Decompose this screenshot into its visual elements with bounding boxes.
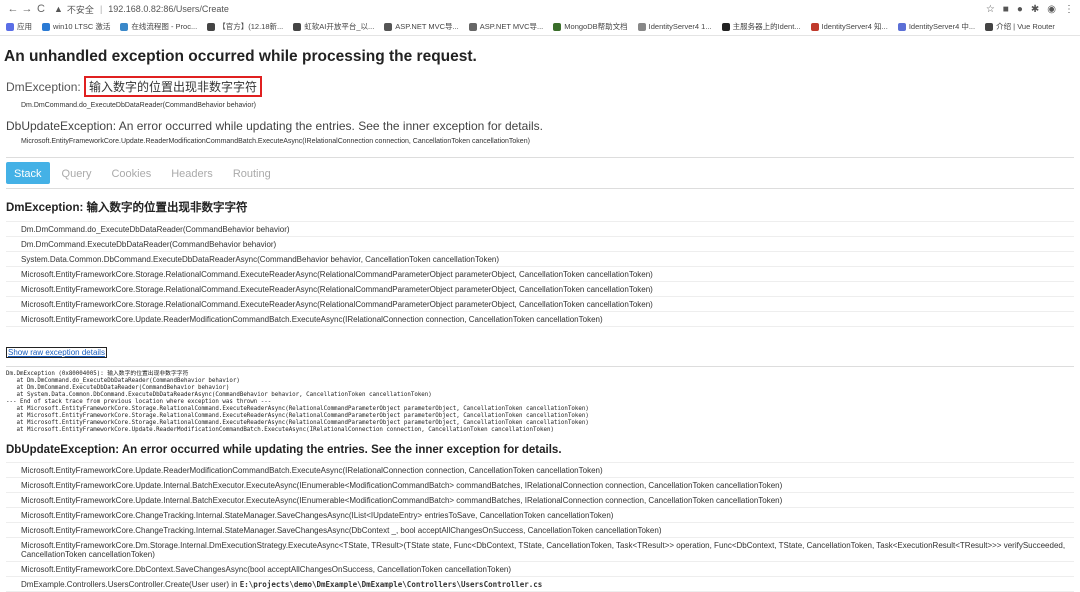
browser-actions: ☆ ■ ● ✱ ◉ ⋮: [986, 4, 1074, 15]
bookmark-favicon-icon: [207, 22, 216, 31]
exception-type: DmException:: [6, 80, 81, 94]
exception-location: Dm.DmCommand.do_ExecuteDbDataReader(Comm…: [21, 102, 256, 109]
tab-headers[interactable]: Headers: [163, 162, 221, 184]
reload-icon[interactable]: C: [34, 3, 48, 15]
stack-frame[interactable]: Microsoft.EntityFrameworkCore.Storage.Re…: [6, 267, 1074, 282]
warning-icon: ▲: [54, 4, 63, 14]
bookmark-item[interactable]: IdentityServer4 中...: [897, 21, 976, 32]
bookmark-label: 虹软AI开放平台_以...: [304, 22, 375, 31]
profile-icon[interactable]: ◉: [1047, 4, 1056, 15]
bookmark-label: 主服务器上的Ident...: [732, 22, 801, 31]
extension2-icon[interactable]: ●: [1017, 4, 1023, 15]
page-title: An unhandled exception occurred while pr…: [4, 48, 477, 65]
star-icon[interactable]: ☆: [986, 4, 995, 15]
tab-routing[interactable]: Routing: [225, 162, 279, 184]
bookmark-favicon-icon: [637, 22, 646, 31]
bookmark-favicon-icon: [120, 22, 129, 31]
bookmark-label: MongoDB帮助文档: [564, 22, 628, 31]
stack-frame-source[interactable]: DmExample.Controllers.UsersController.Cr…: [6, 577, 1074, 592]
bookmark-favicon-icon: [293, 22, 302, 31]
address-separator: |: [99, 4, 103, 14]
bookmark-item[interactable]: ASP.NET MVC导...: [384, 21, 459, 32]
bookmark-item[interactable]: 介绍 | Vue Router: [985, 21, 1055, 32]
bookmark-label: win10 LTSC 激活: [53, 22, 111, 31]
bookmark-item[interactable]: 主服务器上的Ident...: [721, 21, 801, 32]
stack-frame[interactable]: Microsoft.EntityFrameworkCore.Update.Rea…: [6, 312, 1074, 327]
stack-list-dbupdate: Microsoft.EntityFrameworkCore.Update.Rea…: [6, 462, 1074, 592]
bookmark-label: IdentityServer4 1...: [648, 22, 712, 31]
stack-heading-dm: DmException: 输入数字的位置出现非数字字符: [6, 202, 248, 214]
show-raw-exception-link[interactable]: Show raw exception details: [6, 347, 107, 358]
stack-frame[interactable]: System.Data.Common.DbCommand.ExecuteDbDa…: [6, 252, 1074, 267]
bookmark-label: IdentityServer4 知...: [821, 22, 888, 31]
exception-summary: DmException: 输入数字的位置出现非数字字符: [6, 76, 1074, 97]
bookmark-item[interactable]: win10 LTSC 激活: [42, 21, 110, 32]
bookmark-item[interactable]: 在线流程图 - Proc...: [120, 21, 197, 32]
stack-frame[interactable]: Dm.DmCommand.ExecuteDbDataReader(Command…: [6, 237, 1074, 252]
bookmark-item[interactable]: MongoDB帮助文档: [553, 21, 628, 32]
raw-exception-text: Dm.DmException (0x80004005): 输入数字的位置出现非数…: [6, 371, 589, 433]
stack-frame[interactable]: Microsoft.EntityFrameworkCore.Dm.Storage…: [6, 538, 1074, 562]
tab-stack[interactable]: Stack: [6, 162, 50, 184]
address-bar[interactable]: ▲ 不安全 | 192.168.0.82:86/Users/Create: [54, 3, 229, 16]
bookmark-label: IdentityServer4 中...: [908, 22, 976, 31]
bookmark-item[interactable]: ASP.NET MVC导...: [468, 21, 544, 32]
stack-frame[interactable]: Microsoft.EntityFrameworkCore.Storage.Re…: [6, 297, 1074, 312]
extension-icon[interactable]: ■: [1003, 4, 1009, 15]
bookmark-item[interactable]: 【官方】(12.18新...: [207, 21, 283, 32]
stack-frame[interactable]: Microsoft.EntityFrameworkCore.Update.Int…: [6, 478, 1074, 493]
stack-frame[interactable]: Microsoft.EntityFrameworkCore.ChangeTrac…: [6, 523, 1074, 538]
browser-toolbar: ← → C ▲ 不安全 | 192.168.0.82:86/Users/Crea…: [0, 0, 1080, 18]
stack-heading-dbupdate: DbUpdateException: An error occurred whi…: [6, 444, 562, 456]
bookmark-favicon-icon: [384, 22, 393, 31]
bookmark-item[interactable]: 虹软AI开放平台_以...: [293, 21, 374, 32]
exception-message: 输入数字的位置出现非数字字符: [84, 76, 263, 97]
bookmark-label: 【官方】(12.18新...: [218, 22, 284, 31]
stack-frame[interactable]: Microsoft.EntityFrameworkCore.Storage.Re…: [6, 282, 1074, 297]
inner-exception-location: Microsoft.EntityFrameworkCore.Update.Rea…: [21, 138, 530, 145]
inner-exception-summary: DbUpdateException: An error occurred whi…: [6, 119, 543, 133]
stack-frame[interactable]: Dm.DmCommand.do_ExecuteDbDataReader(Comm…: [6, 221, 1074, 237]
tab-cookies[interactable]: Cookies: [103, 162, 159, 184]
back-arrow-icon[interactable]: ←: [6, 3, 20, 15]
tab-bar: Stack Query Cookies Headers Routing: [6, 157, 1074, 189]
puzzle-icon[interactable]: ✱: [1031, 4, 1039, 15]
bookmark-item[interactable]: 应用: [6, 21, 32, 32]
bookmark-favicon-icon: [985, 22, 994, 31]
bookmark-favicon-icon: [553, 22, 562, 31]
forward-arrow-icon[interactable]: →: [20, 3, 34, 15]
bookmark-label: 应用: [17, 22, 32, 31]
bookmark-favicon-icon: [6, 22, 14, 31]
menu-icon[interactable]: ⋮: [1064, 4, 1074, 15]
error-page: An unhandled exception occurred while pr…: [0, 48, 1080, 592]
bookmark-item[interactable]: IdentityServer4 知...: [810, 21, 888, 32]
stack-frame-method: DmExample.Controllers.UsersController.Cr…: [21, 580, 240, 589]
tab-query[interactable]: Query: [54, 162, 100, 184]
bookmark-label: ASP.NET MVC导...: [479, 22, 544, 31]
security-label: 不安全: [66, 4, 94, 15]
bookmark-favicon-icon: [897, 22, 906, 31]
bookmark-favicon-icon: [810, 22, 819, 31]
stack-frame[interactable]: Microsoft.EntityFrameworkCore.ChangeTrac…: [6, 508, 1074, 523]
source-file-path: E:\projects\demo\DmExample\DmExample\Con…: [239, 580, 543, 589]
bookmark-label: 在线流程图 - Proc...: [131, 22, 198, 31]
bookmark-label: 介绍 | Vue Router: [996, 22, 1055, 31]
bookmark-favicon-icon: [721, 22, 730, 31]
stack-frame[interactable]: Microsoft.EntityFrameworkCore.Update.Rea…: [6, 462, 1074, 478]
raw-exception-panel: Dm.DmException (0x80004005): 输入数字的位置出现非数…: [6, 366, 1074, 434]
bookmark-label: ASP.NET MVC导...: [395, 22, 459, 31]
url-text[interactable]: 192.168.0.82:86/Users/Create: [108, 4, 229, 14]
bookmark-favicon-icon: [468, 22, 477, 31]
stack-list-dm: Dm.DmCommand.do_ExecuteDbDataReader(Comm…: [6, 221, 1074, 327]
bookmark-favicon-icon: [42, 22, 50, 31]
bookmark-item[interactable]: IdentityServer4 1...: [637, 22, 712, 31]
bookmarks-bar: 应用 win10 LTSC 激活 在线流程图 - Proc... 【官方】(12.18…: [0, 18, 1080, 36]
stack-frame[interactable]: Microsoft.EntityFrameworkCore.Update.Int…: [6, 493, 1074, 508]
